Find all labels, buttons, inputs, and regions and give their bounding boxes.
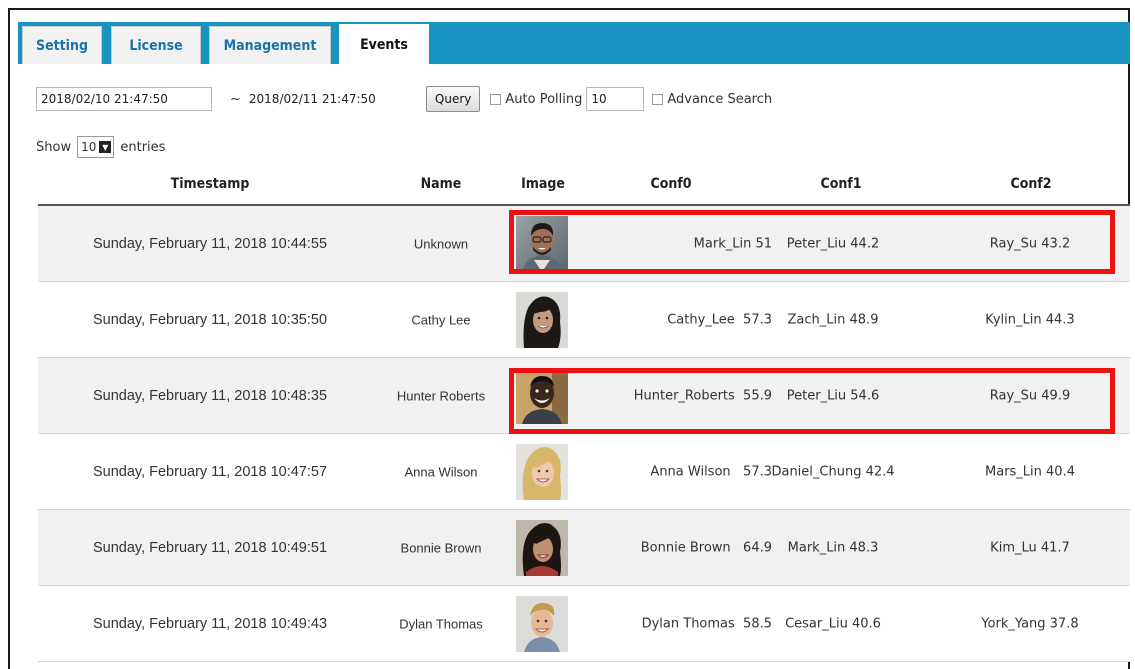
entries-length-control: Show 10 ▼ entries xyxy=(36,136,165,158)
start-date: 2018/02/10 xyxy=(41,92,111,106)
name-cell: Unknown xyxy=(413,236,469,251)
name-cell: Bonnie Brown xyxy=(400,540,482,555)
conf0-cell: Cathy_Lee 57.3 xyxy=(667,312,772,327)
conf2-cell: Ray_Su 43.2 xyxy=(989,236,1071,251)
table-row[interactable]: Sunday, February 11, 2018 10:47:57 Anna … xyxy=(38,434,1130,510)
table-row[interactable]: Sunday, February 11, 2018 10:44:55 Unkno… xyxy=(38,206,1130,282)
query-button[interactable]: Query xyxy=(425,86,481,112)
face-thumbnail[interactable] xyxy=(516,520,568,576)
column-header-conf0[interactable]: Conf0 xyxy=(650,176,691,192)
tab-label: Management xyxy=(223,37,317,54)
table-row[interactable]: Sunday, February 11, 2018 10:49:51 Bonni… xyxy=(38,510,1130,586)
conf2-cell: York_Yang 37.8 xyxy=(981,616,1079,631)
column-header-conf1[interactable]: Conf1 xyxy=(820,176,861,192)
face-thumbnail[interactable] xyxy=(516,444,568,500)
table-header: Timestamp Name Image Conf0 Conf1 Conf2 xyxy=(38,166,1130,206)
tab-label: Setting xyxy=(36,37,88,54)
conf2-cell: Ray_Su 49.9 xyxy=(989,388,1071,403)
range-separator: ~ xyxy=(230,91,241,107)
timestamp-cell: Sunday, February 11, 2018 10:47:57 xyxy=(92,463,328,480)
tab-label: License xyxy=(129,37,183,54)
column-header-image[interactable]: Image xyxy=(521,176,565,192)
conf1-cell: Daniel_Chung 42.4 xyxy=(771,464,895,479)
end-time: 21:47:50 xyxy=(321,92,376,106)
entries-select[interactable]: 10 ▼ xyxy=(77,136,115,158)
column-header-timestamp[interactable]: Timestamp xyxy=(171,176,250,192)
name-cell: Anna Wilson xyxy=(404,464,478,479)
conf0-cell: Hunter_Roberts 55.9 xyxy=(633,388,772,403)
name-cell: Hunter Roberts xyxy=(396,388,486,403)
table-row[interactable]: Sunday, February 11, 2018 10:35:50 Cathy… xyxy=(38,282,1130,358)
start-time: 21:47:50 xyxy=(114,92,168,106)
tab-setting[interactable]: Setting xyxy=(22,26,102,64)
end-datetime-input[interactable]: 2018/02/11 21:47:50 xyxy=(243,87,416,111)
face-thumbnail[interactable] xyxy=(516,292,568,348)
conf2-cell: Mars_Lin 40.4 xyxy=(985,464,1075,479)
auto-polling-interval-input[interactable]: 10 xyxy=(586,87,645,111)
column-header-conf2[interactable]: Conf2 xyxy=(1010,176,1051,192)
face-thumbnail[interactable] xyxy=(516,368,568,424)
end-date: 2018/02/11 xyxy=(248,92,319,106)
conf1-cell: Zach_Lin 48.9 xyxy=(787,312,879,327)
conf1-cell: Mark_Lin 48.3 xyxy=(787,540,879,555)
tab-events[interactable]: Events xyxy=(339,24,429,64)
column-header-name[interactable]: Name xyxy=(421,176,462,192)
auto-polling-label: Auto Polling xyxy=(505,91,583,107)
face-thumbnail[interactable] xyxy=(516,596,568,652)
conf2-cell: Kim_Lu 41.7 xyxy=(990,540,1070,555)
conf0-cell: Mark_Lin 51 xyxy=(693,236,772,251)
conf0-cell: Anna Wilson 57.3 xyxy=(650,464,772,479)
entries-select-value: 10 xyxy=(81,140,97,154)
timestamp-cell: Sunday, February 11, 2018 10:49:51 xyxy=(92,539,328,556)
show-label: Show xyxy=(36,139,72,155)
conf1-cell: Peter_Liu 44.2 xyxy=(786,236,880,251)
tab-management[interactable]: Management xyxy=(209,26,331,64)
tab-label: Events xyxy=(360,36,408,53)
advance-search-label: Advance Search xyxy=(667,91,773,107)
conf1-cell: Peter_Liu 54.6 xyxy=(786,388,880,403)
entries-label: entries xyxy=(120,139,166,155)
table-row[interactable]: Sunday, February 11, 2018 10:48:35 Hunte… xyxy=(38,358,1130,434)
timestamp-cell: Sunday, February 11, 2018 10:48:35 xyxy=(92,387,328,404)
table-row[interactable]: Sunday, February 11, 2018 10:49:43 Dylan… xyxy=(38,586,1130,662)
events-table-body: Sunday, February 11, 2018 10:44:55 Unkno… xyxy=(38,206,1130,662)
advance-search-checkbox[interactable] xyxy=(652,93,664,105)
filter-bar: 2018/02/10 21:47:50 ~ 2018/02/11 21:47:5… xyxy=(36,86,772,112)
conf0-cell: Bonnie Brown 64.9 xyxy=(640,540,772,555)
timestamp-cell: Sunday, February 11, 2018 10:49:43 xyxy=(92,615,328,632)
name-cell: Cathy Lee xyxy=(411,312,471,327)
conf2-cell: Kylin_Lin 44.3 xyxy=(985,312,1075,327)
timestamp-cell: Sunday, February 11, 2018 10:44:55 xyxy=(92,235,328,252)
conf0-cell: Dylan Thomas 58.5 xyxy=(641,616,772,631)
tab-bar: Setting License Management Events xyxy=(18,22,1130,64)
start-datetime-input[interactable]: 2018/02/10 21:47:50 xyxy=(36,87,212,111)
auto-polling-checkbox[interactable] xyxy=(490,93,502,105)
name-cell: Dylan Thomas xyxy=(399,616,483,631)
conf1-cell: Cesar_Liu 40.6 xyxy=(785,616,881,631)
chevron-down-icon: ▼ xyxy=(99,141,112,153)
face-thumbnail[interactable] xyxy=(516,216,568,272)
tab-license[interactable]: License xyxy=(111,26,201,64)
timestamp-cell: Sunday, February 11, 2018 10:35:50 xyxy=(92,311,328,328)
